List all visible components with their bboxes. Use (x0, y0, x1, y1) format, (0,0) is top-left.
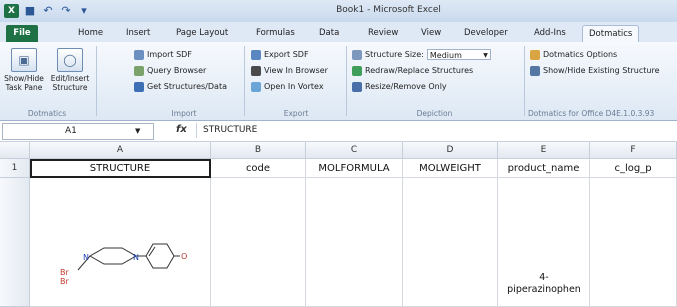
tab-add-ins[interactable]: Add-Ins (528, 25, 572, 42)
structure-size-select[interactable]: Medium ▼ (426, 49, 491, 60)
cell-d1[interactable]: MOLWEIGHT (403, 159, 498, 178)
ribbon-separator (96, 46, 97, 116)
get-structures-icon (134, 81, 144, 92)
tab-dotmatics[interactable]: Dotmatics (582, 25, 640, 43)
redraw-icon (352, 65, 362, 76)
tab-view[interactable]: View (415, 25, 447, 42)
show-hide-existing-structure-button[interactable]: Show/Hide Existing Structure (530, 64, 660, 77)
tab-insert[interactable]: Insert (120, 25, 156, 42)
export-sdf-button[interactable]: Export SDF (251, 48, 309, 61)
tab-data[interactable]: Data (313, 25, 345, 42)
tab-file[interactable]: File (6, 25, 38, 42)
group-label-export: Export (283, 109, 309, 118)
row-header-2[interactable] (0, 178, 30, 307)
column-header-d[interactable]: D (403, 142, 498, 159)
select-all-corner[interactable] (0, 142, 30, 159)
column-header-b[interactable]: B (211, 142, 306, 159)
cell-c1[interactable]: MOLFORMULA (306, 159, 403, 178)
cell-f1[interactable]: c_log_p (590, 159, 677, 178)
dotmatics-options-button[interactable]: Dotmatics Options (530, 48, 617, 61)
piperazine-ring (88, 247, 138, 265)
resize-icon (352, 81, 362, 92)
resize-remove-only-button[interactable]: Resize/Remove Only (352, 80, 447, 93)
group-label-office: Dotmatics for Office D4E.1.0.3.93 (528, 109, 655, 118)
query-browser-icon (134, 65, 144, 76)
group-label-import: Import (171, 109, 197, 118)
oxygen-atom-label: O (181, 252, 187, 261)
name-box[interactable]: A1 ▼ (2, 123, 154, 140)
show-hide-structure-icon (530, 65, 540, 76)
column-header-e[interactable]: E (498, 142, 590, 159)
view-in-browser-button[interactable]: View In Browser (251, 64, 328, 77)
ribbon-dotmatics: ▣ Show/Hide Task Pane ◯ Edit/Insert Stru… (0, 42, 677, 121)
cell-e2[interactable]: 4- piperazinophen (498, 178, 590, 307)
chevron-down-icon: ▼ (135, 127, 141, 135)
tab-review[interactable]: Review (362, 25, 404, 42)
cell-f2[interactable] (590, 178, 677, 307)
query-browser-button[interactable]: Query Browser (134, 64, 206, 77)
export-sdf-icon (251, 49, 261, 60)
cell-d2[interactable] (403, 178, 498, 307)
import-sdf-button[interactable]: Import SDF (134, 48, 192, 61)
cell-b1[interactable]: code (211, 159, 306, 178)
bromine-atom-label: Br (60, 268, 69, 277)
cell-e1[interactable]: product_name (498, 159, 590, 178)
chemical-structure-drawing: N N O Br Br (60, 243, 187, 286)
task-pane-icon: ▣ (11, 48, 37, 72)
column-header-a[interactable]: A (30, 142, 211, 159)
bromine-atom-label: Br (60, 277, 69, 286)
chevron-down-icon: ▼ (483, 52, 488, 59)
group-label-depiction: Depiction (416, 109, 453, 118)
formula-bar: A1 ▼ fx STRUCTURE (0, 121, 677, 142)
vortex-icon (251, 81, 261, 92)
worksheet-grid: A B C D E F 1 STRUCTURE code MOLFORMULA … (0, 142, 677, 307)
cell-a2-structure[interactable]: N N O Br Br (30, 178, 211, 307)
show-hide-task-pane-button[interactable]: ▣ Show/Hide Task Pane (2, 48, 46, 92)
edit-insert-structure-button[interactable]: ◯ Edit/Insert Structure (48, 48, 92, 92)
import-sdf-icon (134, 49, 144, 60)
nitrogen-atom-label: N (133, 253, 139, 262)
cell-a1[interactable]: STRUCTURE (30, 159, 211, 178)
cell-c2[interactable] (306, 178, 403, 307)
function-icon[interactable]: fx (176, 124, 187, 135)
structure-size-control: Structure Size: Medium ▼ (352, 48, 491, 61)
gear-icon (530, 49, 540, 60)
group-label-dotmatics: Dotmatics (27, 109, 67, 118)
ribbon-tab-row: File Home Insert Page Layout Formulas Da… (0, 22, 677, 43)
tab-developer[interactable]: Developer (458, 25, 514, 42)
tab-page-layout[interactable]: Page Layout (170, 25, 234, 42)
column-header-c[interactable]: C (306, 142, 403, 159)
formula-input[interactable]: STRUCTURE (196, 123, 673, 138)
tab-formulas[interactable]: Formulas (250, 25, 301, 42)
structure-size-icon (352, 49, 362, 60)
get-structures-data-button[interactable]: Get Structures/Data (134, 80, 227, 93)
ribbon-separator (244, 46, 245, 116)
ribbon-separator (346, 46, 347, 116)
structure-edit-icon: ◯ (57, 48, 83, 72)
redraw-replace-structures-button[interactable]: Redraw/Replace Structures (352, 64, 473, 77)
tab-home[interactable]: Home (72, 25, 109, 42)
nitrogen-atom-label: N (83, 253, 89, 262)
column-header-f[interactable]: F (590, 142, 677, 159)
ribbon-separator (524, 46, 525, 116)
phenyl-ring (145, 243, 175, 269)
open-in-vortex-button[interactable]: Open In Vortex (251, 80, 324, 93)
window-title: Book1 - Microsoft Excel (336, 5, 441, 15)
row-header-1[interactable]: 1 (0, 159, 30, 178)
view-browser-icon (251, 65, 261, 76)
cell-b2[interactable] (211, 178, 306, 307)
product-name-value: 4- piperazinophen (507, 272, 581, 295)
